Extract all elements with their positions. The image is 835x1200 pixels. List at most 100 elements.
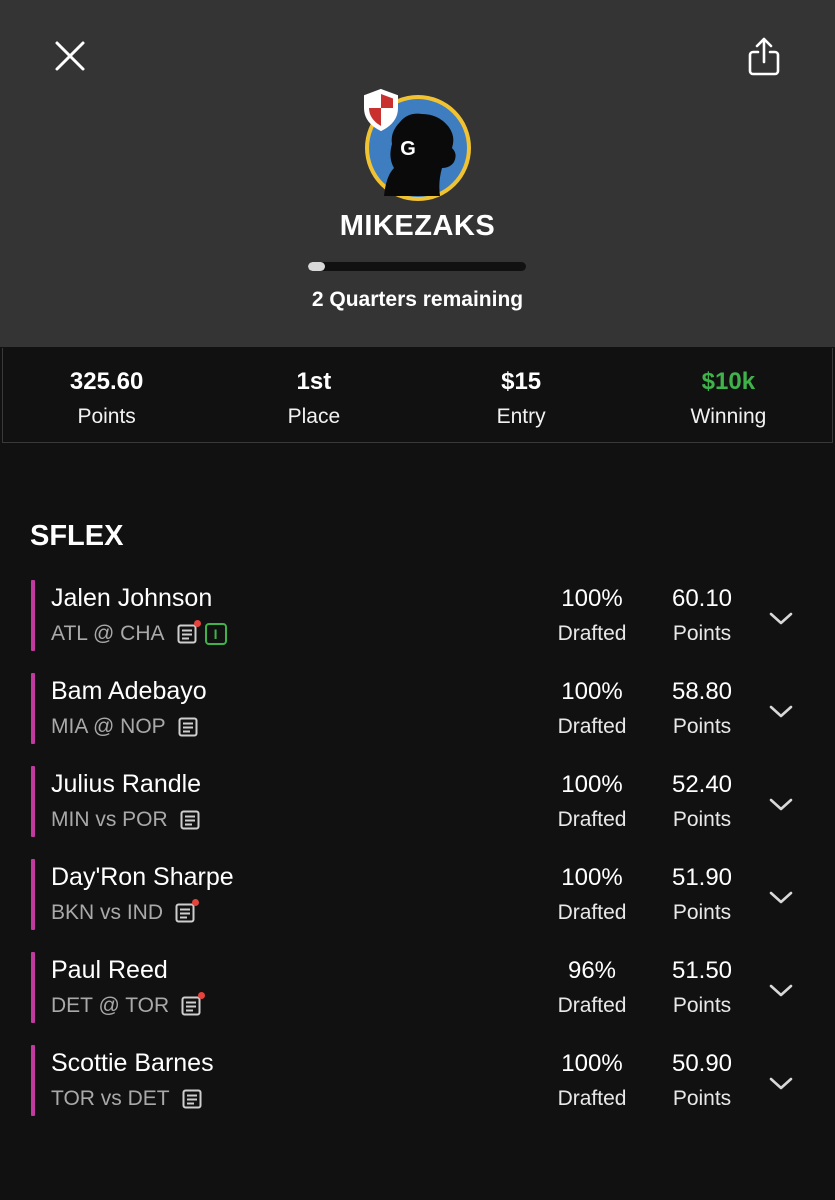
position-accent-bar [31,766,35,837]
drafted-value: 100% [561,1050,623,1077]
player-game: BKN vs IND [51,899,200,925]
player-name[interactable]: Day'Ron Sharpe [51,863,234,892]
points-label: Points [672,901,732,924]
player-row[interactable]: Paul Reed DET @ TOR 96% Drafted 51.50 Po… [31,952,831,1045]
shield-badge-icon [364,88,398,132]
news-alert-dot [192,899,200,906]
share-button[interactable] [744,36,784,80]
expand-button[interactable] [767,608,795,628]
stat-place: 1st Place [210,348,417,442]
points-column: 60.10 Points [647,580,757,650]
drafted-label: Drafted [557,715,627,738]
section-title: SFLEX [30,520,124,552]
news-icon[interactable] [177,620,201,644]
game-matchup: MIA @ NOP [51,715,166,738]
game-matchup: ATL @ CHA [51,622,165,645]
player-row[interactable]: Julius Randle MIN vs POR 100% Drafted 52… [31,766,831,859]
chevron-down-icon [769,891,793,904]
game-matchup: DET @ TOR [51,994,170,1017]
header: G MIKEZAKS 2 Quarters remaining [0,0,835,347]
player-game: ATL @ CHA I [51,620,227,646]
player-name[interactable]: Scottie Barnes [51,1049,214,1078]
player-name[interactable]: Julius Randle [51,770,201,799]
points-label: Points [672,715,732,738]
player-name[interactable]: Paul Reed [51,956,168,985]
player-game: TOR vs DET [51,1087,202,1111]
player-game: MIN vs POR [51,808,200,832]
news-icon[interactable] [181,992,206,1016]
drafted-column: 100% Drafted [537,766,647,836]
share-icon [748,37,780,76]
player-game: DET @ TOR [51,992,206,1018]
news-icon[interactable] [182,1089,202,1109]
points-label: Points [672,622,732,645]
drafted-label: Drafted [557,1087,627,1110]
points-value: 60.10 [671,585,733,612]
position-accent-bar [31,1045,35,1116]
stat-label: Entry [496,405,546,428]
player-row[interactable]: Bam Adebayo MIA @ NOP 100% Drafted 58.80… [31,673,831,766]
game-matchup: TOR vs DET [51,1087,170,1110]
position-accent-bar [31,952,35,1023]
points-column: 58.80 Points [647,673,757,743]
avatar-letter: G [400,138,416,160]
drafted-value: 100% [561,771,623,798]
stat-entry: $15 Entry [418,348,625,442]
player-list: Jalen Johnson ATL @ CHA I 100% Drafted 6… [31,580,831,1138]
expand-button[interactable] [767,794,795,814]
points-label: Points [672,808,732,831]
quarters-remaining: 2 Quarters remaining [311,288,524,311]
points-value: 51.90 [671,864,733,891]
chevron-down-icon [769,1077,793,1090]
chevron-down-icon [769,612,793,625]
player-game: MIA @ NOP [51,715,198,739]
drafted-column: 100% Drafted [537,580,647,650]
drafted-label: Drafted [557,808,627,831]
chevron-down-icon [769,984,793,997]
game-progress-fill [308,262,326,271]
stat-value: $15 [501,368,542,395]
expand-button[interactable] [767,1073,795,1093]
position-accent-bar [31,859,35,930]
drafted-label: Drafted [557,994,627,1017]
expand-button[interactable] [767,887,795,907]
stat-label: Place [287,405,341,428]
stat-label: Winning [690,405,767,428]
position-accent-bar [31,580,35,651]
injury-status-badge[interactable]: I [204,623,227,645]
stat-value: $10k [701,368,756,395]
player-name[interactable]: Jalen Johnson [51,584,212,613]
points-column: 52.40 Points [647,766,757,836]
points-column: 51.90 Points [647,859,757,929]
game-matchup: MIN vs POR [51,808,168,831]
points-value: 58.80 [671,678,733,705]
points-value: 50.90 [671,1050,733,1077]
news-icon[interactable] [175,899,200,923]
points-column: 51.50 Points [647,952,757,1022]
drafted-label: Drafted [557,622,627,645]
drafted-label: Drafted [557,901,627,924]
drafted-column: 100% Drafted [537,673,647,743]
expand-button[interactable] [767,980,795,1000]
points-label: Points [672,994,732,1017]
stats-bar: 325.60 Points 1st Place $15 Entry $10k W… [2,348,833,443]
player-row[interactable]: Scottie Barnes TOR vs DET 100% Drafted 5… [31,1045,831,1138]
player-row[interactable]: Jalen Johnson ATL @ CHA I 100% Drafted 6… [31,580,831,673]
stat-points: 325.60 Points [3,348,210,442]
avatar: G [362,88,474,204]
position-accent-bar [31,673,35,744]
drafted-column: 100% Drafted [537,859,647,929]
drafted-value: 100% [561,585,623,612]
points-label: Points [672,1087,732,1110]
stat-label: Points [77,405,136,428]
points-value: 52.40 [671,771,733,798]
close-button[interactable] [50,36,90,76]
player-row[interactable]: Day'Ron Sharpe BKN vs IND 100% Drafted 5… [31,859,831,952]
drafted-value: 96% [567,957,617,984]
expand-button[interactable] [767,701,795,721]
drafted-value: 100% [561,864,623,891]
drafted-value: 100% [561,678,623,705]
news-icon[interactable] [178,717,198,737]
news-icon[interactable] [180,810,200,830]
player-name[interactable]: Bam Adebayo [51,677,207,706]
